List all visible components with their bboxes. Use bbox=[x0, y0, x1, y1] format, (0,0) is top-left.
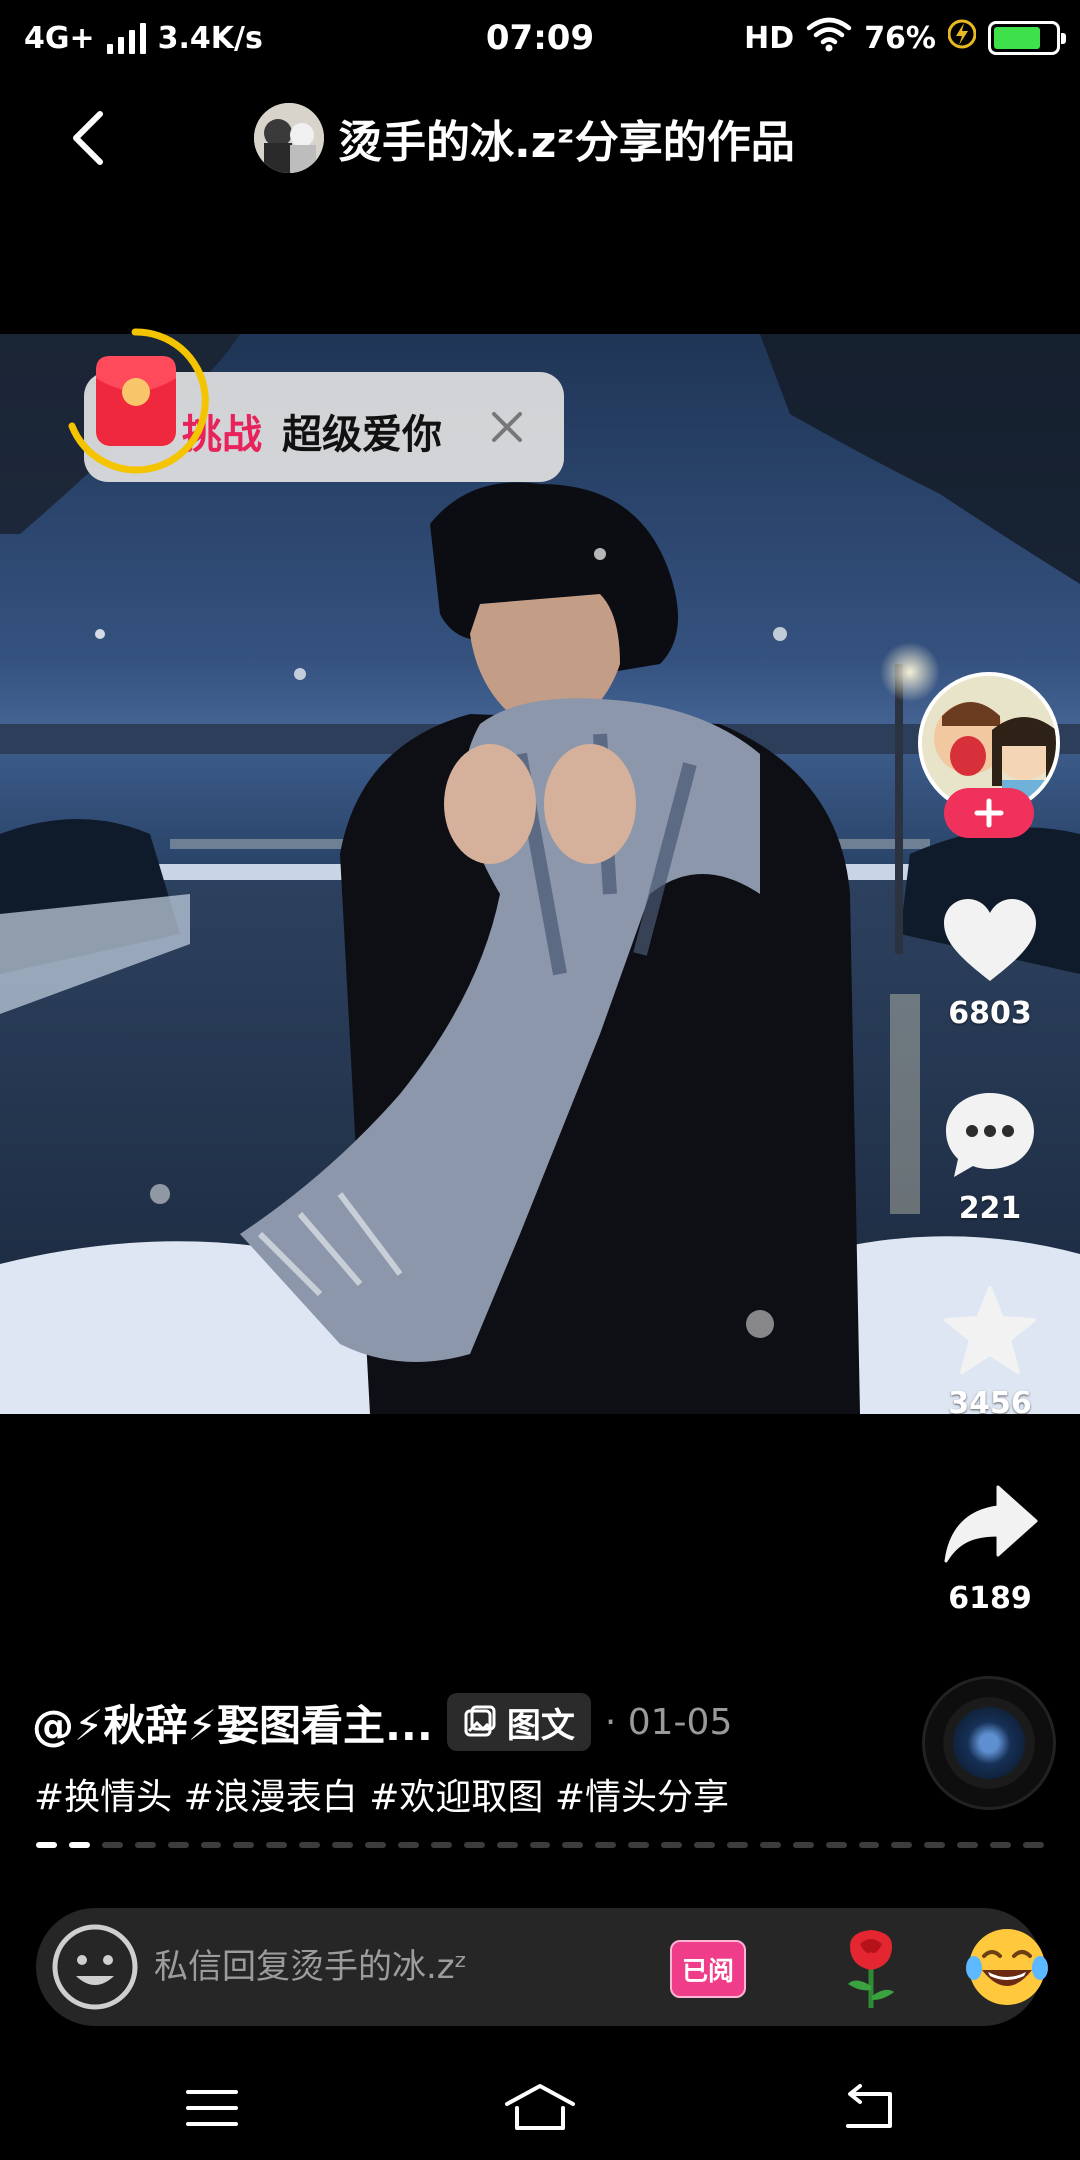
avatar[interactable] bbox=[254, 103, 324, 173]
share-arrow-icon bbox=[930, 1475, 1050, 1575]
status-bar: 4G+ 3.4K/s 07:09 HD 76% bbox=[0, 0, 1080, 76]
favorite-count: 3456 bbox=[948, 1386, 1032, 1421]
post-image[interactable] bbox=[0, 334, 1080, 1414]
share-count: 6189 bbox=[948, 1581, 1032, 1616]
pager-segment bbox=[101, 1842, 123, 1848]
pager-segment bbox=[825, 1842, 847, 1848]
like-button[interactable]: 6803 bbox=[930, 890, 1050, 1031]
home-button[interactable] bbox=[500, 2076, 580, 2140]
pager-segment bbox=[463, 1842, 485, 1848]
pager-segment bbox=[792, 1842, 814, 1848]
pager-segment bbox=[562, 1842, 584, 1848]
back-nav-button[interactable] bbox=[828, 2076, 908, 2140]
comment-count: 221 bbox=[958, 1191, 1022, 1226]
author-name[interactable]: @⚡秋辞⚡娶图看主... bbox=[32, 1692, 433, 1753]
reply-bar: 已阅 bbox=[36, 1908, 1048, 2026]
caption-row: @⚡秋辞⚡娶图看主... 图文 · 01-05 bbox=[32, 1690, 732, 1754]
post-date: · 01-05 bbox=[604, 1701, 733, 1743]
charging-icon bbox=[947, 18, 977, 58]
pager-segment bbox=[957, 1842, 979, 1848]
pager-segment bbox=[299, 1842, 321, 1848]
pager-segment bbox=[726, 1842, 748, 1848]
comment-icon bbox=[930, 1085, 1050, 1185]
menu-button[interactable] bbox=[172, 2076, 252, 2140]
pager-segment bbox=[496, 1842, 518, 1848]
pager-segment bbox=[628, 1842, 650, 1848]
status-right: HD 76% bbox=[744, 16, 1066, 60]
red-packet-icon[interactable] bbox=[60, 326, 210, 476]
home-icon bbox=[505, 2084, 575, 2130]
header: 烫手的冰.zᶻ分享的作品 bbox=[0, 92, 1080, 184]
back-button[interactable] bbox=[56, 106, 120, 170]
music-disc[interactable] bbox=[922, 1676, 1056, 1810]
system-nav-bar bbox=[0, 2060, 1080, 2160]
image-pager-progress bbox=[36, 1842, 1044, 1848]
header-title-group[interactable]: 烫手的冰.zᶻ分享的作品 bbox=[254, 98, 795, 178]
heart-icon bbox=[930, 890, 1050, 990]
pager-segment bbox=[661, 1842, 683, 1848]
star-icon bbox=[930, 1280, 1050, 1380]
music-cover-icon bbox=[953, 1707, 1025, 1779]
pager-segment bbox=[759, 1842, 781, 1848]
hd-indicator: HD bbox=[744, 20, 795, 56]
return-icon bbox=[846, 2084, 892, 2128]
pager-segment bbox=[365, 1842, 386, 1848]
plus-icon bbox=[974, 798, 1004, 828]
pager-segment bbox=[134, 1842, 156, 1848]
follow-button[interactable] bbox=[944, 788, 1034, 838]
post-type-label: 图文 bbox=[506, 1705, 575, 1746]
read-sticker-button[interactable]: 已阅 bbox=[670, 1940, 746, 1998]
pager-segment bbox=[858, 1842, 880, 1848]
pager-segment bbox=[68, 1842, 90, 1848]
app-screen: 4G+ 3.4K/s 07:09 HD 76% 烫手的冰.zᶻ分享的作品 挑战 … bbox=[0, 0, 1080, 2160]
rose-icon[interactable] bbox=[836, 1926, 906, 2010]
wifi-icon bbox=[806, 16, 852, 60]
emoji-button[interactable] bbox=[50, 1922, 140, 2012]
post-type-badge: 图文 bbox=[446, 1693, 591, 1751]
comment-button[interactable]: 221 bbox=[930, 1085, 1050, 1226]
hashtags[interactable]: #换情头 #浪漫表白 #欢迎取图 #情头分享 bbox=[34, 1768, 729, 1820]
menu-icon bbox=[186, 2090, 238, 2126]
laugh-emoji-icon[interactable] bbox=[964, 1924, 1050, 2010]
favorite-button[interactable]: 3456 bbox=[930, 1280, 1050, 1421]
pager-segment bbox=[233, 1842, 255, 1848]
pager-segment bbox=[990, 1842, 1012, 1848]
chevron-left-icon bbox=[73, 111, 103, 165]
pager-segment bbox=[430, 1842, 452, 1848]
challenge-text: 超级爱你 bbox=[282, 412, 442, 458]
pager-segment bbox=[200, 1842, 222, 1848]
pager-segment bbox=[266, 1842, 288, 1848]
pager-segment bbox=[891, 1842, 913, 1848]
pager-segment bbox=[36, 1842, 57, 1848]
pager-segment bbox=[595, 1842, 617, 1848]
pager-segment bbox=[529, 1842, 551, 1848]
reply-input[interactable] bbox=[154, 1942, 614, 1992]
pager-segment bbox=[332, 1842, 354, 1848]
pager-segment bbox=[924, 1842, 946, 1848]
close-icon[interactable] bbox=[482, 402, 532, 452]
image-icon bbox=[464, 1705, 496, 1737]
smile-icon bbox=[52, 1924, 138, 2010]
battery-icon bbox=[988, 21, 1066, 55]
like-count: 6803 bbox=[948, 996, 1032, 1031]
page-title: 烫手的冰.zᶻ分享的作品 bbox=[338, 117, 795, 168]
share-button[interactable]: 6189 bbox=[930, 1475, 1050, 1616]
pager-segment bbox=[1023, 1842, 1044, 1848]
pager-segment bbox=[694, 1842, 715, 1848]
pager-segment bbox=[167, 1842, 189, 1848]
pager-segment bbox=[397, 1842, 419, 1848]
battery-percent: 76% bbox=[864, 20, 936, 56]
